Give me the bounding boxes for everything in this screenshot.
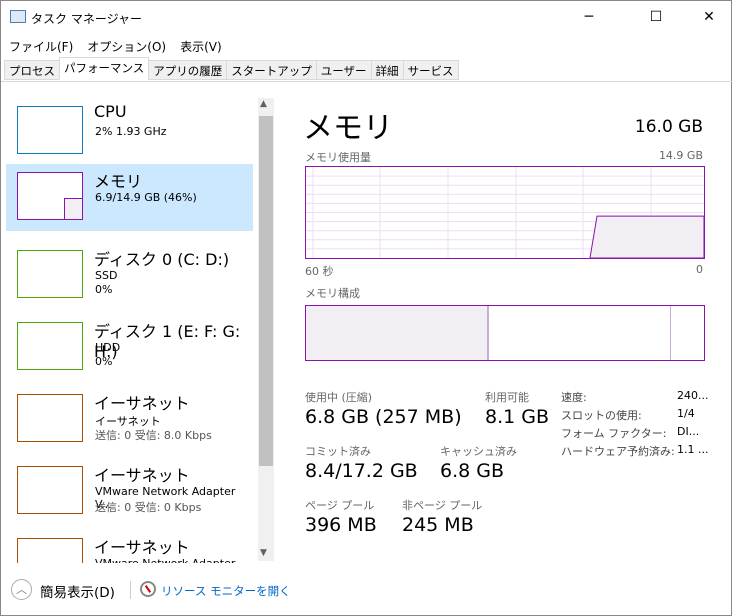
item-detail: 2% 1.93 GHz	[95, 125, 167, 138]
item-name: ディスク 0 (C: D:)	[94, 250, 230, 269]
memory-usage-graph	[305, 166, 705, 259]
sidebar-item[interactable]: イーサネット VMware Network Adapter V... 送信: 0…	[6, 458, 253, 525]
property-label: スロットの使用:	[561, 409, 642, 422]
usage-max: 14.9 GB	[658, 149, 703, 162]
in-use-value: 6.8 GB (257 MB)	[305, 406, 462, 428]
thumbnail-graph	[17, 466, 83, 514]
item-detail: 6.9/14.9 GB (46%)	[95, 191, 197, 204]
tab-bar: プロセス パフォーマンス アプリの履歴 スタートアップ ユーザー 詳細 サービス	[4, 57, 459, 80]
tab-users[interactable]: ユーザー	[315, 60, 372, 80]
resource-monitor-icon	[140, 581, 156, 597]
committed-label: コミット済み	[305, 445, 371, 458]
sidebar-item[interactable]: ディスク 1 (E: F: G: H:) HDD 0%	[6, 314, 253, 381]
thumbnail-graph	[17, 394, 83, 442]
thumbnail-graph	[17, 250, 83, 298]
tab-details[interactable]: 詳細	[370, 60, 404, 80]
page-title: メモリ	[303, 111, 393, 146]
in-use-label: 使用中 (圧縮)	[305, 391, 373, 404]
tab-app-history[interactable]: アプリの履歴	[148, 60, 228, 80]
item-detail-2: 送信: 0 受信: 0 Kbps	[95, 501, 202, 514]
tab-startup[interactable]: スタートアップ	[226, 60, 317, 80]
scroll-up-icon[interactable]: ▲	[260, 99, 267, 109]
time-right-label: 0	[696, 263, 703, 276]
tab-divider	[1, 81, 732, 82]
usage-area	[589, 215, 704, 258]
thumbnail-graph	[17, 106, 83, 154]
available-value: 8.1 GB	[485, 406, 550, 428]
footer-divider	[130, 581, 131, 599]
item-name: CPU	[94, 102, 127, 121]
item-name: メモリ	[94, 172, 143, 191]
menu-options[interactable]: オプション(O)	[87, 38, 166, 55]
minimize-button[interactable]: ─	[566, 1, 612, 33]
property-label: フォーム ファクター:	[561, 427, 667, 440]
tab-performance[interactable]: パフォーマンス	[59, 57, 150, 80]
menu-bar: ファイル(F) オプション(O) 表示(V)	[9, 38, 222, 55]
sidebar-item[interactable]: イーサネット VMware Network Adapter V...	[6, 530, 253, 563]
fewer-details-button[interactable]: 簡易表示(D)	[40, 581, 115, 601]
item-detail-2: 0%	[95, 283, 113, 296]
sidebar-item[interactable]: CPU 2% 1.93 GHz	[6, 98, 253, 165]
item-name: イーサネット	[94, 394, 190, 413]
thumbnail-graph	[17, 322, 83, 370]
nonpaged-pool-value: 245 MB	[402, 514, 474, 536]
memory-total: 16.0 GB	[634, 117, 703, 137]
window-title: タスク マネージャー	[31, 12, 142, 26]
property-value: 1.1 ...	[677, 443, 709, 456]
sidebar-item[interactable]: ディスク 0 (C: D:) SSD 0%	[6, 242, 253, 309]
item-name: イーサネット	[94, 538, 190, 557]
thumbnail-graph	[17, 172, 83, 220]
item-name: イーサネット	[94, 466, 190, 485]
property-value: 1/4	[677, 407, 695, 420]
menu-view[interactable]: 表示(V)	[180, 38, 222, 55]
app-icon	[10, 10, 26, 23]
item-detail: HDD	[95, 341, 121, 354]
cached-value: 6.8 GB	[440, 460, 505, 482]
nonpaged-pool-label: 非ページ プール	[402, 499, 483, 512]
sidebar-item[interactable]: メモリ 6.9/14.9 GB (46%)	[6, 164, 253, 231]
collapse-icon[interactable]: ︿	[11, 579, 32, 600]
item-detail: SSD	[95, 269, 118, 282]
item-detail-2: 送信: 0 受信: 8.0 Kbps	[95, 429, 212, 442]
menu-file[interactable]: ファイル(F)	[9, 38, 73, 55]
cached-label: キャッシュ済み	[440, 445, 517, 458]
thumbnail-graph	[17, 538, 83, 563]
scrollbar-thumb[interactable]	[259, 116, 273, 466]
tab-services[interactable]: サービス	[402, 60, 459, 80]
property-value: 240...	[677, 389, 709, 402]
property-label: 速度:	[561, 391, 587, 404]
maximize-button[interactable]: ☐	[633, 1, 679, 33]
item-detail-2: 0%	[95, 355, 113, 368]
open-resource-monitor-link[interactable]: リソース モニターを開く	[161, 583, 291, 599]
property-value: DI...	[677, 425, 700, 438]
time-left-label: 60 秒	[305, 265, 334, 278]
composition-label: メモリ構成	[305, 287, 360, 300]
memory-composition-bar	[305, 305, 705, 361]
sidebar: CPU 2% 1.93 GHz メモリ 6.9/14.9 GB (46%) ディ…	[1, 98, 257, 563]
available-label: 利用可能	[485, 391, 529, 404]
item-name: ディスク 1 (E: F: G: H:)	[94, 322, 241, 361]
paged-pool-value: 396 MB	[305, 514, 377, 536]
committed-value: 8.4/17.2 GB	[305, 460, 418, 482]
item-detail: VMware Network Adapter V...	[95, 557, 253, 563]
tab-processes[interactable]: プロセス	[4, 60, 60, 80]
close-button[interactable]: ✕	[686, 1, 732, 33]
composition-in-use	[306, 306, 489, 360]
property-label: ハードウェア予約済み:	[561, 445, 675, 458]
scroll-down-icon[interactable]: ▼	[260, 548, 267, 558]
usage-label: メモリ使用量	[305, 151, 371, 164]
usage-graph-svg	[306, 167, 704, 258]
sidebar-item[interactable]: イーサネット イーサネット 送信: 0 受信: 8.0 Kbps	[6, 386, 253, 453]
paged-pool-label: ページ プール	[305, 499, 375, 512]
composition-standby-divider	[670, 306, 671, 360]
